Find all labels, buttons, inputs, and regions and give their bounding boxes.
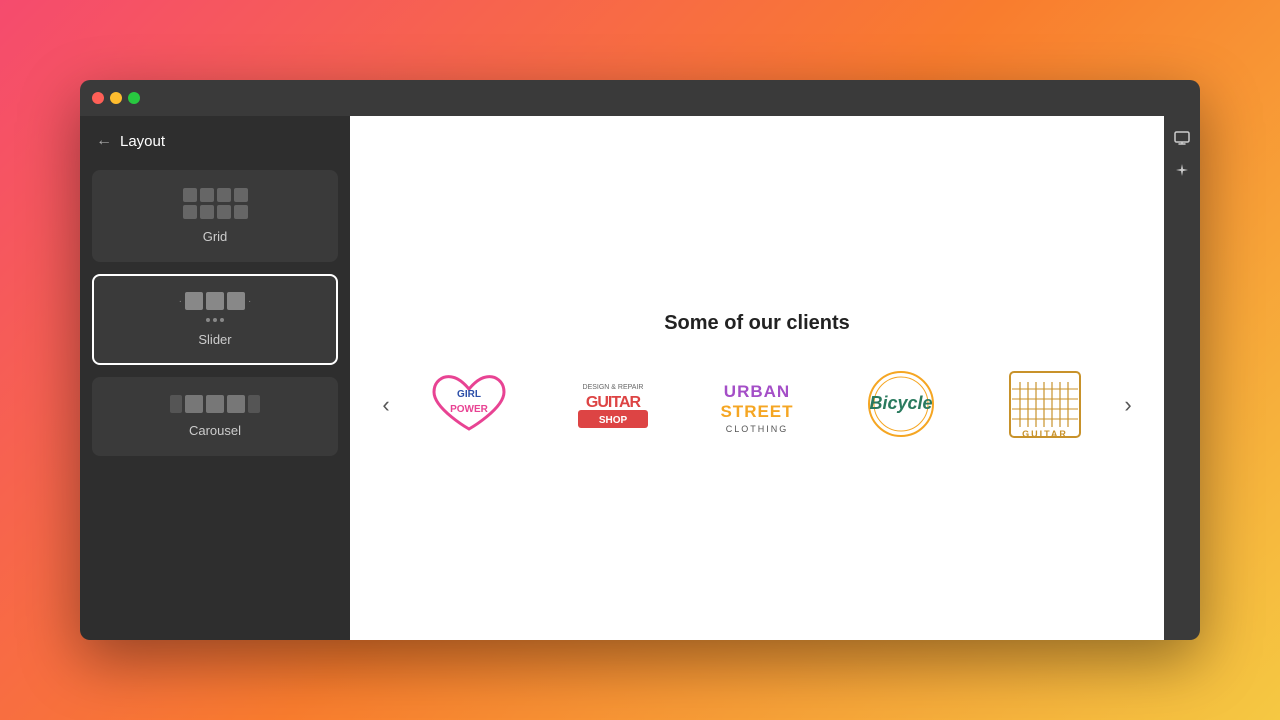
- carousel-cell-medium: [206, 395, 224, 413]
- slider-label: Slider: [198, 332, 231, 347]
- sidebar: ← Layout Grid: [80, 116, 350, 640]
- svg-text:CLOTHING: CLOTHING: [726, 424, 789, 434]
- app-window: ← Layout Grid: [80, 80, 1200, 640]
- grid-icon: [183, 188, 248, 219]
- slider-cells: [185, 292, 245, 310]
- logo-guitar-shop: DESIGN & REPAIR GUITAR SHOP: [553, 365, 673, 445]
- maximize-button[interactable]: [128, 92, 140, 104]
- logo-urban-street: URBAN STREET CLOTHING: [697, 365, 817, 445]
- carousel-next-button[interactable]: ›: [1112, 389, 1144, 421]
- sidebar-title: Layout: [120, 133, 165, 150]
- grid-cell: [234, 205, 248, 219]
- svg-text:POWER: POWER: [450, 404, 489, 415]
- grid-cell: [183, 205, 197, 219]
- slider-icon-row: · ·: [179, 292, 252, 310]
- layout-card-slider[interactable]: · · Slider: [92, 274, 338, 365]
- svg-text:GUITAR: GUITAR: [586, 394, 642, 411]
- indicator-dot: [213, 318, 217, 322]
- layout-card-grid[interactable]: Grid: [92, 170, 338, 262]
- clients-title: Some of our clients: [664, 312, 850, 335]
- grid-cell: [217, 188, 231, 202]
- grid-label: Grid: [203, 229, 228, 244]
- slider-next-dot: ·: [248, 296, 251, 307]
- indicator-dot: [206, 318, 210, 322]
- carousel-cell-small: [248, 395, 260, 413]
- carousel-area: ‹ GIRL POWER DESIGN & R: [350, 365, 1164, 445]
- right-toolbar: [1164, 116, 1200, 640]
- grid-cell: [200, 188, 214, 202]
- window-body: ← Layout Grid: [80, 116, 1200, 640]
- svg-text:SHOP: SHOP: [599, 415, 628, 426]
- svg-text:URBAN: URBAN: [724, 382, 790, 401]
- svg-text:GUITAR: GUITAR: [1022, 429, 1068, 439]
- carousel-cell-medium: [185, 395, 203, 413]
- grid-cell: [234, 188, 248, 202]
- titlebar: [80, 80, 1200, 116]
- grid-cell: [183, 188, 197, 202]
- logo-girl-power: GIRL POWER: [409, 365, 529, 445]
- svg-text:Bicycle: Bicycle: [869, 393, 932, 413]
- slider-icon: · ·: [179, 292, 252, 322]
- slider-cell: [227, 292, 245, 310]
- slider-cell: [185, 292, 203, 310]
- carousel-label: Carousel: [189, 423, 241, 438]
- layout-card-carousel[interactable]: Carousel: [92, 377, 338, 456]
- svg-text:DESIGN & REPAIR: DESIGN & REPAIR: [583, 384, 644, 391]
- carousel-cell-medium: [227, 395, 245, 413]
- carousel-cell-small: [170, 395, 182, 413]
- carousel-icon: [170, 395, 260, 413]
- close-button[interactable]: [92, 92, 104, 104]
- indicator-dot: [220, 318, 224, 322]
- grid-cell: [217, 205, 231, 219]
- back-button[interactable]: ←: [96, 132, 112, 150]
- carousel-prev-button[interactable]: ‹: [370, 389, 402, 421]
- grid-cell: [200, 205, 214, 219]
- carousel-items: GIRL POWER DESIGN & REPAIR GUITAR SHOP: [402, 365, 1112, 445]
- svg-text:GIRL: GIRL: [457, 389, 481, 400]
- logo-bicycle: Bicycle: [841, 365, 961, 445]
- slider-cell: [206, 292, 224, 310]
- minimize-button[interactable]: [110, 92, 122, 104]
- logo-guitar-2: GUITAR: [985, 365, 1105, 445]
- sparkle-icon[interactable]: [1168, 156, 1196, 184]
- slider-indicators: [206, 318, 224, 322]
- main-content: Some of our clients ‹ GIRL POWER: [350, 116, 1164, 640]
- sidebar-header: ← Layout: [92, 132, 338, 158]
- traffic-lights: [92, 92, 140, 104]
- svg-text:STREET: STREET: [720, 402, 793, 421]
- desktop-icon[interactable]: [1168, 124, 1196, 152]
- slider-prev-dot: ·: [179, 296, 182, 307]
